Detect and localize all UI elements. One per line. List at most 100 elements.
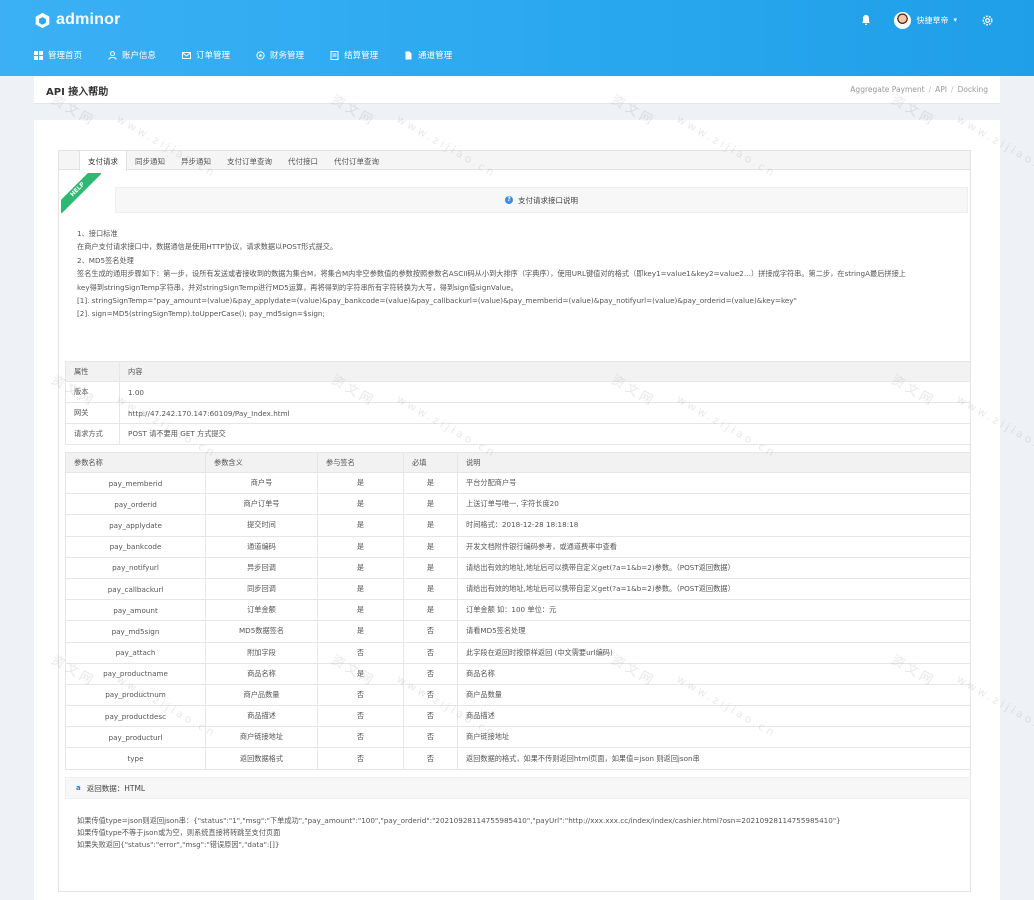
page-title: API 接入帮助 [46, 87, 109, 98]
table-header-cell: 参数名称 [65, 452, 206, 473]
help-ribbon-label: HELP [61, 173, 101, 213]
table-row: type 返回数据格式否否返回数据的格式，如果不传则返回html页面，如果值=js… [65, 747, 971, 770]
table-cell: 否 [403, 662, 458, 685]
main-nav: 管理首页 账户信息 订单管理 财务管理 结算管理 通道管理 [34, 47, 478, 63]
tab-order-query[interactable]: 支付订单查询 [219, 151, 280, 170]
description-line: [1]. stringSignTemp="pay_amount=(value)&… [77, 296, 797, 306]
gear-icon[interactable] [981, 14, 994, 27]
table-cell: pay_amount [65, 599, 206, 622]
return-heading: a 返回数据：HTML [65, 777, 971, 799]
grid-icon [34, 50, 43, 60]
table-row: 网关 http://47.242.170.147:60109/Pay_Index… [65, 402, 971, 424]
breadcrumb-item[interactable]: Aggregate Payment [850, 85, 924, 94]
table-cell: 此字段在返回时按原样返回 (中文需要url编码) [457, 641, 971, 664]
table-cell: http://47.242.170.147:60109/Pay_Index.ht… [119, 402, 971, 424]
table-cell: 返回数据格式 [205, 747, 318, 770]
tab-payout[interactable]: 代付接口 [280, 151, 326, 170]
table-cell: 请给出有效的地址,地址后可以携带自定义get(?a=1&b=2)参数。（POST… [457, 577, 971, 601]
nav-item-home[interactable]: 管理首页 [34, 47, 82, 63]
table-cell: pay_attach [65, 641, 206, 664]
tab-async-notify[interactable]: 异步通知 [173, 151, 219, 170]
user-icon [108, 50, 117, 60]
breadcrumb-separator: / [951, 85, 954, 94]
table-cell: 否 [403, 683, 458, 707]
table-row: pay_producturl 商户链接地址否否商户链接地址 [65, 726, 971, 749]
table-cell: 商品名称 [205, 662, 318, 685]
tab-payout-query[interactable]: 代付订单查询 [326, 151, 387, 170]
content-card: 支付请求 同步通知 异步通知 支付订单查询 代付接口 代付订单查询 HELP ?… [34, 120, 1000, 900]
table-cell: 提交时间 [205, 514, 318, 537]
table-row: pay_productname 商品名称是否商品名称 [65, 662, 971, 685]
table-cell: 商户订单号 [205, 493, 318, 516]
user-menu[interactable]: 快捷草帝 ▾ [894, 11, 957, 29]
table-cell: pay_productdesc [65, 705, 206, 728]
table-cell: 商户链接地址 [205, 726, 318, 749]
table-cell: pay_orderid [65, 493, 206, 516]
anchor-icon: a [76, 784, 81, 792]
table-row: pay_callbackurl 同步回调是是请给出有效的地址,地址后可以携带自定义… [65, 577, 971, 601]
page-header: API 接入帮助 Aggregate Payment / API / Docki… [34, 76, 1000, 104]
table-cell: 商户品数量 [457, 683, 971, 707]
return-line: 如果失败返回{"status":"error","msg":"错误原因","da… [77, 840, 280, 849]
table-cell: 否 [403, 705, 458, 728]
nav-item-label: 通道管理 [418, 51, 453, 61]
username: 快捷草帝 [916, 15, 949, 25]
description-line: key得到stringSignTemp字符串，并对stringSignTemp进… [77, 282, 518, 292]
table-cell: 否 [403, 726, 458, 749]
nav-item-orders[interactable]: 订单管理 [182, 47, 230, 63]
table-cell: 同步回调 [205, 577, 318, 601]
table-cell: MD5数据签名 [205, 620, 318, 643]
table-row: 请求方式 POST 请不要用 GET 方式提交 [65, 423, 971, 445]
table-cell: 否 [317, 705, 404, 728]
tab-sync-notify[interactable]: 同步通知 [127, 151, 173, 170]
file-icon [405, 51, 412, 59]
nav-item-finance[interactable]: 财务管理 [256, 47, 304, 63]
table-row: pay_orderid 商户订单号是是上送订单号唯一, 字符长度20 [65, 493, 971, 516]
table-cell: 请求方式 [65, 423, 120, 445]
table-cell: 是 [317, 662, 404, 685]
table-header-cell: 说明 [457, 452, 971, 473]
table-cell: 是 [317, 535, 404, 558]
table-cell: 是 [403, 471, 458, 495]
breadcrumb-separator: / [928, 85, 932, 94]
tab-pay-request[interactable]: 支付请求 [79, 151, 127, 171]
table-cell: 1.00 [119, 381, 971, 403]
table-cell: 商户品数量 [205, 683, 318, 707]
info-table: 属性 内容 版本 1.00 网关 http://47.242.170.147:6… [65, 361, 971, 445]
nav-item-channels[interactable]: 通道管理 [404, 47, 452, 63]
top-header: adminor 快捷草帝 ▾ 管理首页 账户信息 订单管理 财务管理 结算管理 … [0, 0, 1034, 76]
table-cell: 是 [403, 493, 458, 516]
table-cell: pay_bankcode [65, 535, 206, 558]
table-row: pay_applydate 提交时间是是时间格式：2018-12-28 18:18… [65, 514, 971, 537]
brand-logo[interactable]: adminor [34, 10, 121, 30]
table-header-cell: 参数含义 [205, 452, 318, 473]
table-cell: 版本 [65, 381, 120, 403]
table-cell: 通道编码 [205, 535, 318, 558]
description-line: 签名生成的通用步骤如下：第一步，设所有发送或者接收到的数据为集合M，将集合M内非… [77, 269, 906, 279]
settings-icon [256, 50, 265, 60]
table-cell: 是 [403, 599, 458, 622]
table-header-cell: 内容 [119, 361, 971, 382]
description-line: 1、接口标准 [77, 229, 118, 238]
return-line: 如果传值type不等于json或为空，则系统直接将转跳至支付页面 [77, 828, 281, 837]
table-row: pay_amount 订单金额是是订单金额 如：100 单位：元 [65, 599, 971, 622]
table-cell: pay_productnum [65, 683, 206, 707]
table-cell: 否 [403, 747, 458, 770]
nav-item-account[interactable]: 账户信息 [108, 47, 156, 63]
nav-item-settlement[interactable]: 结算管理 [330, 47, 378, 63]
table-row: pay_md5sign MD5数据签名是否请看MD5签名处理 [65, 620, 971, 643]
table-cell: 网关 [65, 402, 120, 424]
breadcrumb-item[interactable]: API [935, 85, 947, 94]
table-cell: 否 [317, 641, 404, 664]
table-row: pay_productdesc 商品描述否否商品描述 [65, 705, 971, 728]
table-cell: 是 [317, 514, 404, 537]
section-heading: ? 支付请求接口说明 [115, 187, 968, 213]
param-table-body: pay_memberid 商户号是是平台分配商户号 pay_orderid 商户订单号… [65, 471, 971, 770]
table-cell: pay_notifyurl [65, 556, 206, 579]
table-cell: 返回数据的格式，如果不传则返回html页面，如果值=json 则返回json串 [457, 747, 971, 770]
bell-icon[interactable] [860, 14, 872, 26]
table-header-row: 属性 内容 [65, 361, 971, 382]
description-block: 1、接口标准 在商户支付请求接口中，数据通信是使用HTTP协议，请求数据以POS… [77, 227, 967, 321]
table-row: pay_productnum 商户品数量否否商户品数量 [65, 683, 971, 707]
list-icon [330, 50, 339, 60]
